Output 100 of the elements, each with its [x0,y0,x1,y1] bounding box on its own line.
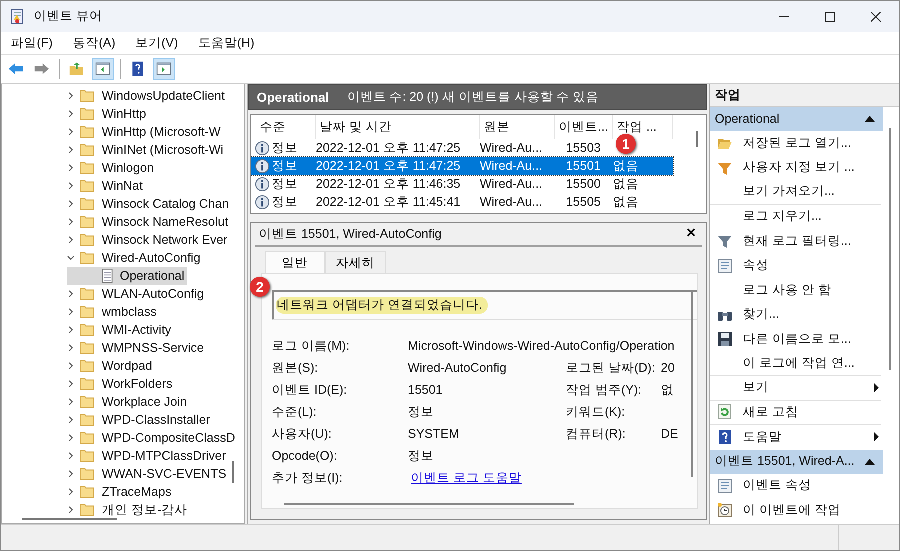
tree-item[interactable]: WorkFolders [100,377,175,391]
scrollbar[interactable] [232,461,234,483]
tree-item[interactable]: Winsock NameResolut [100,215,230,229]
tree-item[interactable]: Wired-AutoConfig [100,251,203,265]
action-item[interactable]: 로그 사용 안 함 [710,278,881,302]
chevron-right-icon[interactable] [67,308,75,316]
tree-item[interactable]: WinINet (Microsoft-Wi [100,143,226,157]
action-item[interactable]: 도움말 [710,425,881,450]
field-label: 로그된 날짜(D): [566,360,656,376]
table-cell-text: 2022-12-01 오후 11:47:25 [315,140,462,156]
action-item[interactable]: 사용자 지정 보기 ... [710,156,881,180]
folder-icon [80,179,95,193]
tree-item[interactable]: WWAN-SVC-EVENTS [100,467,229,481]
column-header[interactable]: 날짜 및 시간 [316,115,480,139]
scrollbar[interactable] [284,503,574,505]
table-cell-text: 없음 [612,194,640,210]
chevron-right-icon[interactable] [67,218,75,226]
action-item[interactable]: 현재 로그 필터링... [710,229,881,254]
tree-item[interactable]: WinNat [100,179,145,193]
chevron-right-icon[interactable] [67,200,75,208]
chevron-right-icon[interactable] [67,290,75,298]
menu-item[interactable]: 파일(F) [11,34,53,52]
tree-item[interactable]: Operational [67,267,187,285]
tree-item[interactable]: WPD-MTPClassDriver [100,449,228,463]
chevron-right-icon[interactable] [67,182,75,190]
chevron-right-icon[interactable] [67,380,75,388]
tree-item[interactable]: WPD-CompositeClassD [100,431,238,445]
table-row[interactable]: 정보 2022-12-01 오후 11:47:25 Wired-Au... 15501 없음 [251,157,673,175]
tree-item[interactable]: Winlogon [100,161,156,175]
table-row[interactable]: 정보 2022-12-01 오후 11:45:41 Wired-Au... 15505 없음 [251,193,673,211]
chevron-right-icon[interactable] [67,506,75,514]
chevron-down-icon[interactable] [67,254,75,262]
action-item[interactable]: 저장된 로그 열기... [710,131,881,156]
collapse-icon[interactable] [865,116,875,122]
menu-item[interactable]: 동작(A) [72,34,116,52]
section-header[interactable]: 이벤트 15501, Wired-A... [710,450,883,474]
scrollbar[interactable] [696,131,698,147]
action-item[interactable]: 다른 이름으로 모... [710,327,881,352]
tab[interactable]: 자세히 [325,251,386,273]
toolbar-button[interactable] [153,58,175,80]
chevron-right-icon[interactable] [67,110,75,118]
chevron-right-icon[interactable] [67,398,75,406]
help-link[interactable]: 이벤트 로그 도움말 [408,470,566,486]
tree-item[interactable]: Workplace Join [100,395,190,409]
section-header[interactable]: Operational [710,107,883,131]
collapse-icon[interactable] [865,458,875,464]
field-value: SYSTEM [408,426,460,442]
action-item[interactable]: 로그 지우기... [710,204,881,229]
chevron-right-icon[interactable] [67,146,75,154]
action-item[interactable]: 보기 가져오기... [710,180,881,204]
folder-icon [80,161,95,175]
menu-item[interactable]: 도움말(H) [198,34,255,52]
chevron-right-icon[interactable] [67,344,75,352]
tree-item[interactable]: Winsock Network Ever [100,233,230,247]
chevron-right-icon[interactable] [67,470,75,478]
action-item[interactable]: 새로 고침 [710,400,881,425]
action-item[interactable]: 이 이벤트에 작업 [710,498,881,522]
menu-item[interactable]: 보기(V) [136,34,178,52]
chevron-right-icon[interactable] [67,362,75,370]
chevron-right-icon[interactable] [67,488,75,496]
scrollbar[interactable] [22,518,117,520]
chevron-right-icon[interactable] [67,92,75,100]
chevron-right-icon[interactable] [67,128,75,136]
action-item[interactable]: 이 로그에 작업 연... [710,352,881,376]
tree-item[interactable]: WMPNSS-Service [100,341,206,355]
action-item[interactable]: 이벤트 속성 [710,474,881,498]
action-item[interactable]: 속성 [710,254,881,278]
tree-item[interactable]: WinHttp (Microsoft-W [100,125,223,139]
tree-item[interactable]: Winsock Catalog Chan [100,197,232,211]
chevron-right-icon[interactable] [67,434,75,442]
tree-item[interactable]: 개인 정보-감사 [100,502,190,518]
chevron-right-icon[interactable] [67,164,75,172]
chevron-right-icon[interactable] [67,416,75,424]
window-title: 이벤트 뷰어 [34,8,102,25]
tree-item[interactable]: WindowsUpdateClient [100,89,227,103]
chevron-right-icon[interactable] [67,326,75,334]
chevron-right-icon[interactable] [67,452,75,460]
column-header[interactable]: 수준 [256,115,316,139]
toolbar-button[interactable] [92,58,114,80]
tree-item[interactable]: WinHttp [100,107,148,121]
action-item[interactable]: 보기 [710,376,881,400]
chevron-right-icon[interactable] [67,236,75,244]
action-item[interactable]: 찾기... [710,302,881,327]
tree-item[interactable]: WLAN-AutoConfig [100,287,206,301]
scrollbar[interactable] [889,128,891,370]
tree-item[interactable]: ZTraceMaps [100,485,174,499]
table-row[interactable]: 정보 2022-12-01 오후 11:47:25 Wired-Au... 15503 [251,139,613,157]
tree-item[interactable]: wmbclass [100,305,159,319]
tree-item[interactable]: WPD-ClassInstaller [100,413,212,427]
close-icon[interactable] [871,12,881,22]
tab[interactable]: 일반 [265,251,325,273]
tree-item[interactable]: Wordpad [100,359,154,373]
show-pane-icon [156,60,172,78]
column-header[interactable]: 이벤트... [555,115,613,139]
column-header[interactable]: 원본 [480,115,555,139]
scrollbar[interactable] [691,292,693,477]
maximize-icon[interactable] [825,12,835,22]
close-button[interactable]: × [680,226,702,242]
tree-item[interactable]: WMI-Activity [100,323,174,337]
table-row[interactable]: 정보 2022-12-01 오후 11:46:35 Wired-Au... 15500 없음 [251,175,673,193]
